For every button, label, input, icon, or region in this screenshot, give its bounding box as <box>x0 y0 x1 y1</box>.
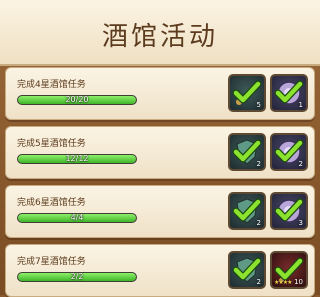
page-title: 酒馆活动 <box>101 22 218 52</box>
task-label: 完成5星酒馆任务 <box>17 139 86 149</box>
progress-text: 20/20 <box>65 95 89 104</box>
reward-count: 10 <box>294 278 303 286</box>
reward-item-1[interactable]: 2 <box>228 133 266 171</box>
reward-count: 3 <box>298 219 303 227</box>
reward-item-2[interactable]: 2 <box>270 133 308 171</box>
reward-item-2[interactable]: 3 <box>270 192 308 230</box>
progress-text: 4/4 <box>70 213 84 222</box>
reward-count: 2 <box>256 278 261 286</box>
reward-item-1[interactable]: 5 <box>228 74 266 112</box>
task-label: 完成6星酒馆任务 <box>17 198 86 208</box>
task-label: 完成4星酒馆任务 <box>17 80 86 90</box>
tavern-event-panel: 酒馆活动 完成4星酒馆任务 20/20 5 1 完成5星酒馆任务 12/12 2… <box>0 0 320 297</box>
progress-text: 12/12 <box>65 154 89 163</box>
progress-bar: 12/12 <box>17 154 137 164</box>
reward-count: 5 <box>256 101 261 109</box>
star-rating: ★★★★ <box>274 279 292 286</box>
task-row-2: 完成5星酒馆任务 12/12 2 2 <box>5 126 315 179</box>
reward-count: 1 <box>298 101 303 109</box>
title-bar: 酒馆活动 <box>0 0 320 66</box>
task-row-1: 完成4星酒馆任务 20/20 5 1 <box>5 67 315 120</box>
progress-bar: 2/2 <box>17 272 137 282</box>
task-row-3: 完成6星酒馆任务 4/4 2 3 <box>5 185 315 238</box>
reward-item-1[interactable]: 2 <box>228 251 266 289</box>
task-label: 完成7星酒馆任务 <box>17 257 86 267</box>
reward-item-2[interactable]: ★★★★ 10 <box>270 251 308 289</box>
progress-bar: 4/4 <box>17 213 137 223</box>
task-row-4: 完成7星酒馆任务 2/2 2 ★★★★ 10 <box>5 244 315 297</box>
progress-bar: 20/20 <box>17 95 137 105</box>
reward-item-2[interactable]: 1 <box>270 74 308 112</box>
progress-text: 2/2 <box>70 272 84 281</box>
reward-count: 2 <box>256 219 261 227</box>
reward-count: 2 <box>298 160 303 168</box>
reward-item-1[interactable]: 2 <box>228 192 266 230</box>
reward-count: 2 <box>256 160 261 168</box>
